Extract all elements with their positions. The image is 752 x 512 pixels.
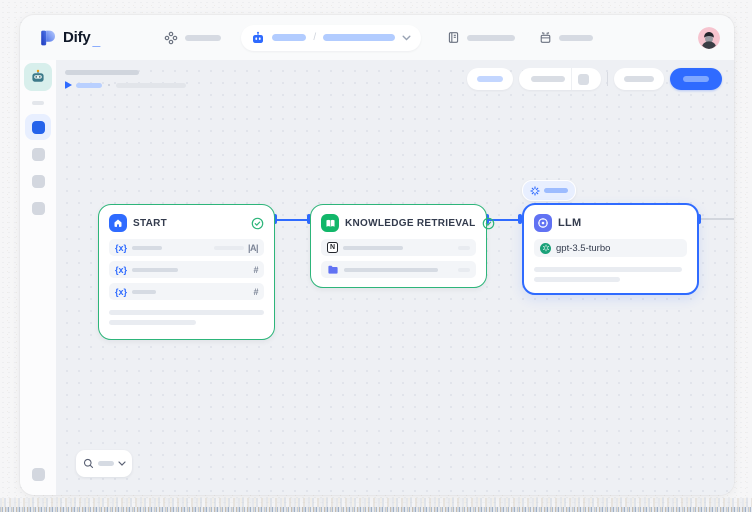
zoom-control[interactable] [76,450,132,477]
run-status-row [65,80,186,90]
edge-llm-out [701,218,734,220]
sidebar-item[interactable] [32,175,45,188]
robot-app-icon[interactable] [24,63,52,91]
model-name: gpt-3.5-turbo [556,243,610,254]
home-icon [109,214,127,232]
spinner-icon [530,186,540,196]
description-placeholder [109,310,264,315]
workflow-canvas[interactable]: START {x} |A| [56,60,734,495]
description-placeholder [109,320,196,325]
magnifier-icon [83,458,94,469]
toolbar-button-run[interactable] [614,68,664,90]
node-title: LLM [558,217,582,229]
variable-icon: {x} [115,265,127,275]
updates-label-placeholder [559,35,593,41]
node-title: START [133,218,167,229]
zoom-value-placeholder [98,461,114,466]
workspace-name-placeholder [185,35,221,41]
knowledge-source-row: N [321,239,476,256]
dify-logo-icon [38,28,58,48]
running-label-placeholder [544,188,568,193]
notion-icon: N [327,242,338,253]
sidebar-item[interactable] [32,148,45,161]
toolbar-seam [571,68,572,90]
node-knowledge-retrieval[interactable]: KNOWLEDGE RETRIEVAL N [310,204,487,288]
number-type-icon: # [253,287,258,297]
logo-text: Dify [63,29,91,46]
variable-icon: {x} [115,243,127,253]
robot-icon [251,31,265,45]
workflow-name-placeholder [323,34,395,41]
description-placeholder [534,277,620,282]
active-item-icon [32,121,45,134]
background-noise [0,507,752,512]
flower-icon [164,31,178,45]
app-window: Dify _ / [20,15,734,495]
user-avatar[interactable] [698,27,720,49]
workflow-title-placeholder [65,70,139,75]
toolbar-button-features[interactable] [467,68,513,90]
toolbar-button-group[interactable] [519,68,601,90]
docs-label-placeholder [467,35,515,41]
model-selector[interactable]: gpt-3.5-turbo [534,239,687,257]
openai-icon [540,243,551,254]
sidebar-item-settings[interactable] [32,468,45,481]
book-icon [447,31,460,44]
node-title: KNOWLEDGE RETRIEVAL [345,218,476,229]
logo-cursor: _ [93,32,101,48]
run-label-placeholder [76,83,102,88]
app-name-placeholder [272,34,306,41]
dot-separator [108,84,110,86]
app-switcher[interactable]: / [241,25,421,51]
gift-box-icon [539,31,552,44]
variable-icon: {x} [115,287,127,297]
number-type-icon: # [253,265,258,275]
left-sidebar [20,60,56,495]
toolbar-divider [607,72,608,86]
variable-row: {x} |A| [109,239,264,256]
chevron-down-icon[interactable] [402,35,411,41]
toolbar-icon-button[interactable] [578,74,589,85]
docs-link[interactable] [447,31,515,44]
check-circle-icon [482,217,495,230]
dify-logo[interactable]: Dify _ [38,28,100,48]
workspace-switcher[interactable] [164,31,221,45]
variable-row: {x} # [109,261,264,278]
variable-row: {x} # [109,283,264,300]
breadcrumb-separator: / [313,32,316,43]
edge-start-to-kr [277,219,310,221]
description-placeholder [534,267,682,272]
check-circle-icon [251,217,264,230]
canvas-toolbar [467,68,722,90]
book-open-icon [321,214,339,232]
top-header: Dify _ / [20,15,734,60]
folder-icon [327,264,339,276]
publish-button[interactable] [670,68,722,90]
sidebar-item-active[interactable] [25,114,51,140]
play-icon [65,81,72,89]
string-type-icon: |A| [248,243,258,253]
node-start[interactable]: START {x} |A| [98,204,275,340]
node-llm[interactable]: LLM gpt-3.5-turbo [522,203,699,295]
run-meta-placeholder [116,83,186,88]
llm-running-badge [522,180,576,201]
knowledge-source-row [321,261,476,278]
sidebar-item[interactable] [32,202,45,215]
cpu-circle-icon [534,214,552,232]
sidebar-divider [32,101,44,105]
chevron-down-icon[interactable] [118,461,126,466]
background-noise [0,498,752,507]
updates-link[interactable] [539,31,593,44]
